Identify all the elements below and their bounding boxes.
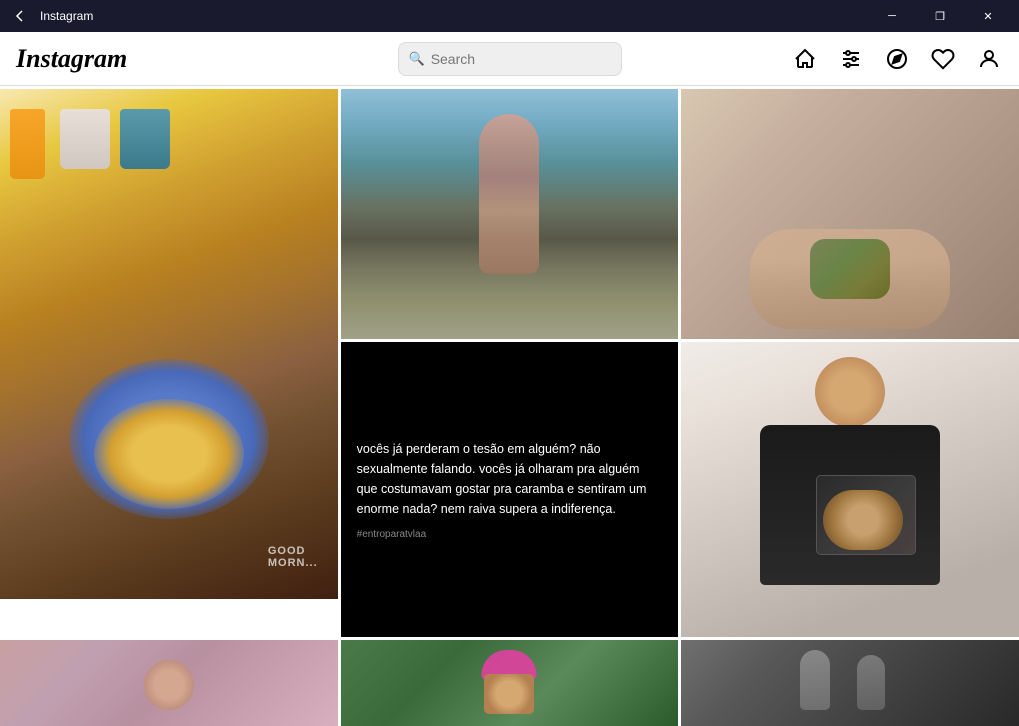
post-5[interactable]: [681, 342, 1019, 637]
window-title: Instagram: [40, 9, 861, 23]
maximize-button[interactable]: ❐: [917, 0, 963, 32]
likes-button[interactable]: [929, 45, 957, 73]
close-button[interactable]: ✕: [965, 0, 1011, 32]
home-button[interactable]: [791, 45, 819, 73]
compass-button[interactable]: [883, 45, 911, 73]
post-4-text: vocês já perderam o tesão em alguém? não…: [357, 439, 663, 519]
post-2[interactable]: [341, 89, 679, 339]
posts-grid: GOODMORN... vocês já perderam o tesão em…: [0, 86, 1019, 726]
title-bar: Instagram ─ ❐ ✕: [0, 0, 1019, 32]
post-8[interactable]: [681, 640, 1019, 726]
search-bar[interactable]: 🔍: [398, 42, 622, 76]
post-6[interactable]: [0, 640, 338, 726]
search-input[interactable]: [431, 51, 611, 67]
nav-icons: [791, 45, 1003, 73]
minimize-button[interactable]: ─: [869, 0, 915, 32]
search-icon: 🔍: [409, 51, 425, 67]
back-button[interactable]: [8, 4, 32, 28]
post-3[interactable]: [681, 89, 1019, 339]
post-4[interactable]: vocês já perderam o tesão em alguém? não…: [341, 342, 679, 637]
post-1[interactable]: GOODMORN...: [0, 89, 338, 599]
post-1-overlay: GOODMORN...: [268, 545, 318, 569]
app-header: Instagram 🔍: [0, 32, 1019, 86]
instagram-logo: Instagram: [16, 44, 196, 74]
post-4-tag: #entroparatvlaa: [357, 529, 663, 540]
profile-button[interactable]: [975, 45, 1003, 73]
window-controls: ─ ❐ ✕: [869, 0, 1011, 32]
post-7[interactable]: [341, 640, 679, 726]
filter-button[interactable]: [837, 45, 865, 73]
